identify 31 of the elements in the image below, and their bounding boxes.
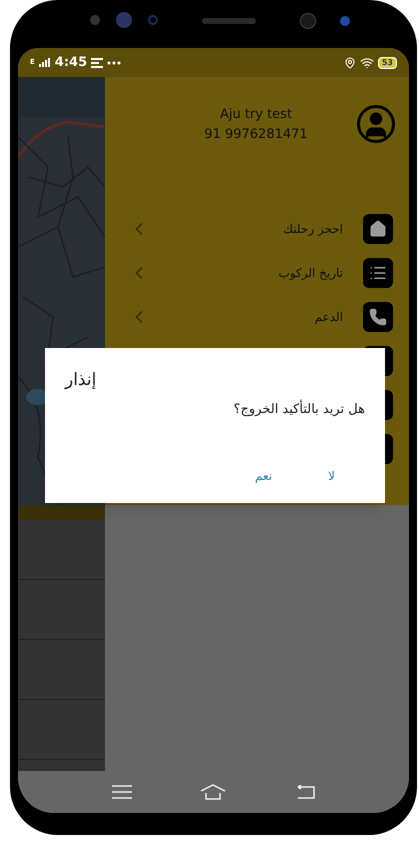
sensor-icon (148, 15, 158, 25)
menu-item[interactable]: الدعم (105, 295, 409, 339)
menu-item[interactable]: تاريخ الركوب (105, 251, 409, 295)
menu-label: احجز رحلتك (282, 221, 344, 238)
list-icon (363, 258, 393, 288)
menu-label: الدعم (314, 309, 344, 326)
menu-label: تاريخ الركوب (277, 265, 344, 282)
user-name: Aju try test (220, 106, 292, 124)
clock: 4:45 (54, 54, 88, 72)
dialog-title: إنذار (65, 369, 96, 392)
wifi-icon (360, 56, 374, 70)
battery-indicator: 53 (378, 56, 397, 68)
sensor-icon (116, 12, 132, 28)
speaker-grille (202, 18, 256, 24)
camera-icon (340, 16, 350, 26)
home-icon[interactable] (200, 784, 226, 800)
phone-icon (363, 302, 393, 332)
sensor-icon (90, 15, 100, 25)
signal-icon (38, 58, 51, 67)
more-icon (107, 60, 122, 64)
camera-icon (300, 13, 316, 29)
dialog-message: هل تريد بالتأكيد الخروج؟ (234, 400, 365, 418)
user-phone: 91 9976281471 (204, 126, 308, 144)
dialog-button[interactable]: لا (320, 463, 343, 489)
menu-icon[interactable] (112, 785, 132, 799)
dialog-button[interactable]: نعم (247, 463, 280, 489)
home-icon (363, 214, 393, 244)
avatar-icon (357, 105, 395, 143)
data-saver-icon (91, 58, 104, 68)
location-icon (344, 56, 356, 68)
menu-item[interactable]: احجز رحلتك (105, 207, 409, 251)
